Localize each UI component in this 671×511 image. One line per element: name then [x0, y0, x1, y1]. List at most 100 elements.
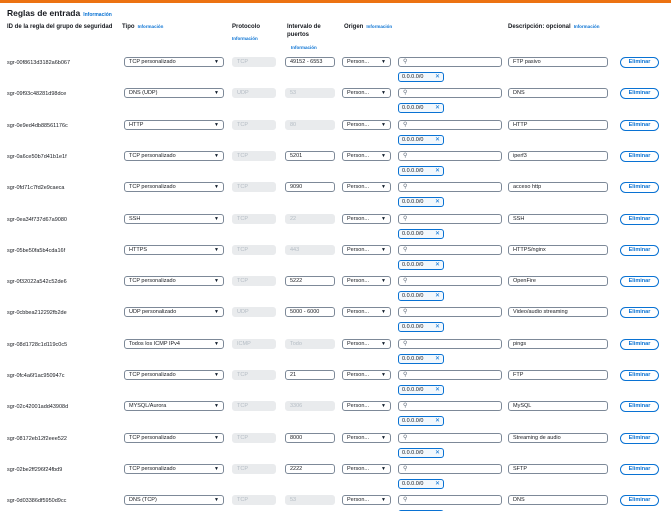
- close-icon[interactable]: ✕: [435, 386, 440, 394]
- source-select[interactable]: Person... ▼: [342, 463, 391, 474]
- description-input[interactable]: pings: [508, 338, 608, 349]
- close-icon[interactable]: ✕: [435, 323, 440, 331]
- type-select[interactable]: TCP personalizado ▼: [124, 276, 224, 287]
- description-input[interactable]: DNS: [508, 495, 608, 506]
- port-range-input[interactable]: 5000 - 6000: [285, 307, 335, 318]
- source-search-input[interactable]: ⚲: [398, 119, 502, 130]
- close-icon[interactable]: ✕: [435, 230, 440, 238]
- description-input[interactable]: iperf3: [508, 150, 608, 161]
- type-select[interactable]: Todos los ICMP IPv4 ▼: [124, 338, 224, 349]
- close-icon[interactable]: ✕: [435, 104, 440, 112]
- close-icon[interactable]: ✕: [435, 292, 440, 300]
- source-select[interactable]: Person... ▼: [342, 57, 391, 67]
- type-select[interactable]: MYSQL/Aurora ▼: [124, 401, 224, 412]
- description-input[interactable]: acceso http: [508, 182, 608, 193]
- type-select[interactable]: TCP personalizado ▼: [124, 370, 224, 380]
- port-range-input[interactable]: 5201: [285, 150, 335, 161]
- close-icon[interactable]: ✕: [435, 480, 440, 488]
- type-select[interactable]: DNS (UDP) ▼: [124, 88, 224, 99]
- port-range-input[interactable]: 8000: [285, 432, 335, 443]
- type-select[interactable]: SSH ▼: [124, 213, 224, 224]
- source-select[interactable]: Person... ▼: [342, 244, 391, 255]
- delete-button[interactable]: Eliminar: [620, 432, 659, 444]
- description-input[interactable]: Video/audio streaming: [508, 307, 608, 318]
- source-search-input[interactable]: ⚲: [398, 463, 502, 474]
- source-search-input[interactable]: ⚲: [398, 370, 502, 380]
- header-source-info-link[interactable]: Información: [366, 24, 392, 29]
- port-range-input[interactable]: 9090: [285, 182, 335, 193]
- delete-button[interactable]: Eliminar: [620, 213, 659, 225]
- delete-button[interactable]: Eliminar: [620, 276, 659, 288]
- delete-button[interactable]: Eliminar: [620, 463, 659, 475]
- source-select[interactable]: Person... ▼: [342, 88, 391, 99]
- source-search-input[interactable]: ⚲: [398, 150, 502, 161]
- port-range-input[interactable]: 2222: [285, 463, 335, 474]
- description-input[interactable]: FTP pasivo: [508, 57, 608, 67]
- delete-button[interactable]: Eliminar: [620, 370, 659, 381]
- description-input[interactable]: SFTP: [508, 463, 608, 474]
- close-icon[interactable]: ✕: [435, 167, 440, 175]
- description-input[interactable]: OpenFire: [508, 276, 608, 287]
- port-range-input[interactable]: 5222: [285, 276, 335, 287]
- source-select[interactable]: Person... ▼: [342, 495, 391, 506]
- header-description-info-link[interactable]: Información: [574, 24, 600, 29]
- type-select[interactable]: TCP personalizado ▼: [124, 57, 224, 67]
- delete-button[interactable]: Eliminar: [620, 182, 659, 194]
- source-search-input[interactable]: ⚲: [398, 88, 502, 99]
- type-select[interactable]: DNS (TCP) ▼: [124, 495, 224, 506]
- source-search-input[interactable]: ⚲: [398, 495, 502, 506]
- delete-button[interactable]: Eliminar: [620, 401, 659, 413]
- source-search-input[interactable]: ⚲: [398, 338, 502, 349]
- source-select[interactable]: Person... ▼: [342, 119, 391, 130]
- delete-button[interactable]: Eliminar: [620, 150, 659, 162]
- type-select[interactable]: TCP personalizado ▼: [124, 182, 224, 193]
- type-select[interactable]: UDP personalizado ▼: [124, 307, 224, 318]
- close-icon[interactable]: ✕: [435, 198, 440, 206]
- close-icon[interactable]: ✕: [435, 261, 440, 269]
- source-select[interactable]: Person... ▼: [342, 276, 391, 287]
- type-select[interactable]: HTTPS ▼: [124, 244, 224, 255]
- description-input[interactable]: HTTP: [508, 119, 608, 130]
- delete-button[interactable]: Eliminar: [620, 244, 659, 256]
- description-input[interactable]: HTTPS/nginx: [508, 244, 608, 255]
- source-select[interactable]: Person... ▼: [342, 182, 391, 193]
- close-icon[interactable]: ✕: [435, 449, 440, 457]
- description-input[interactable]: DNS: [508, 88, 608, 99]
- description-input[interactable]: Streaming de audio: [508, 432, 608, 443]
- description-input[interactable]: FTP: [508, 370, 608, 380]
- delete-button[interactable]: Eliminar: [620, 338, 659, 350]
- source-select[interactable]: Person... ▼: [342, 370, 391, 380]
- type-select[interactable]: TCP personalizado ▼: [124, 463, 224, 474]
- source-search-input[interactable]: ⚲: [398, 213, 502, 224]
- description-input[interactable]: MySQL: [508, 401, 608, 412]
- header-port-range-info-link[interactable]: Información: [291, 45, 317, 50]
- close-icon[interactable]: ✕: [435, 136, 440, 144]
- delete-button[interactable]: Eliminar: [620, 57, 659, 68]
- source-select[interactable]: Person... ▼: [342, 338, 391, 349]
- source-search-input[interactable]: ⚲: [398, 401, 502, 412]
- source-search-input[interactable]: ⚲: [398, 432, 502, 443]
- delete-button[interactable]: Eliminar: [620, 88, 659, 100]
- description-input[interactable]: SSH: [508, 213, 608, 224]
- close-icon[interactable]: ✕: [435, 73, 440, 81]
- close-icon[interactable]: ✕: [435, 355, 440, 363]
- header-protocol-info-link[interactable]: Información: [232, 36, 258, 41]
- delete-button[interactable]: Eliminar: [620, 119, 659, 131]
- delete-button[interactable]: Eliminar: [620, 495, 659, 507]
- source-select[interactable]: Person... ▼: [342, 307, 391, 318]
- delete-button[interactable]: Eliminar: [620, 307, 659, 319]
- header-type-info-link[interactable]: Información: [138, 24, 164, 29]
- source-search-input[interactable]: ⚲: [398, 244, 502, 255]
- source-select[interactable]: Person... ▼: [342, 150, 391, 161]
- port-range-input[interactable]: 21: [285, 370, 335, 380]
- type-select[interactable]: TCP personalizado ▼: [124, 150, 224, 161]
- type-select[interactable]: TCP personalizado ▼: [124, 432, 224, 443]
- source-search-input[interactable]: ⚲: [398, 57, 502, 67]
- source-search-input[interactable]: ⚲: [398, 307, 502, 318]
- port-range-input[interactable]: 49152 - 6553: [285, 57, 335, 67]
- source-search-input[interactable]: ⚲: [398, 182, 502, 193]
- source-select[interactable]: Person... ▼: [342, 213, 391, 224]
- source-select[interactable]: Person... ▼: [342, 401, 391, 412]
- source-search-input[interactable]: ⚲: [398, 276, 502, 287]
- section-info-link[interactable]: Información: [83, 12, 112, 18]
